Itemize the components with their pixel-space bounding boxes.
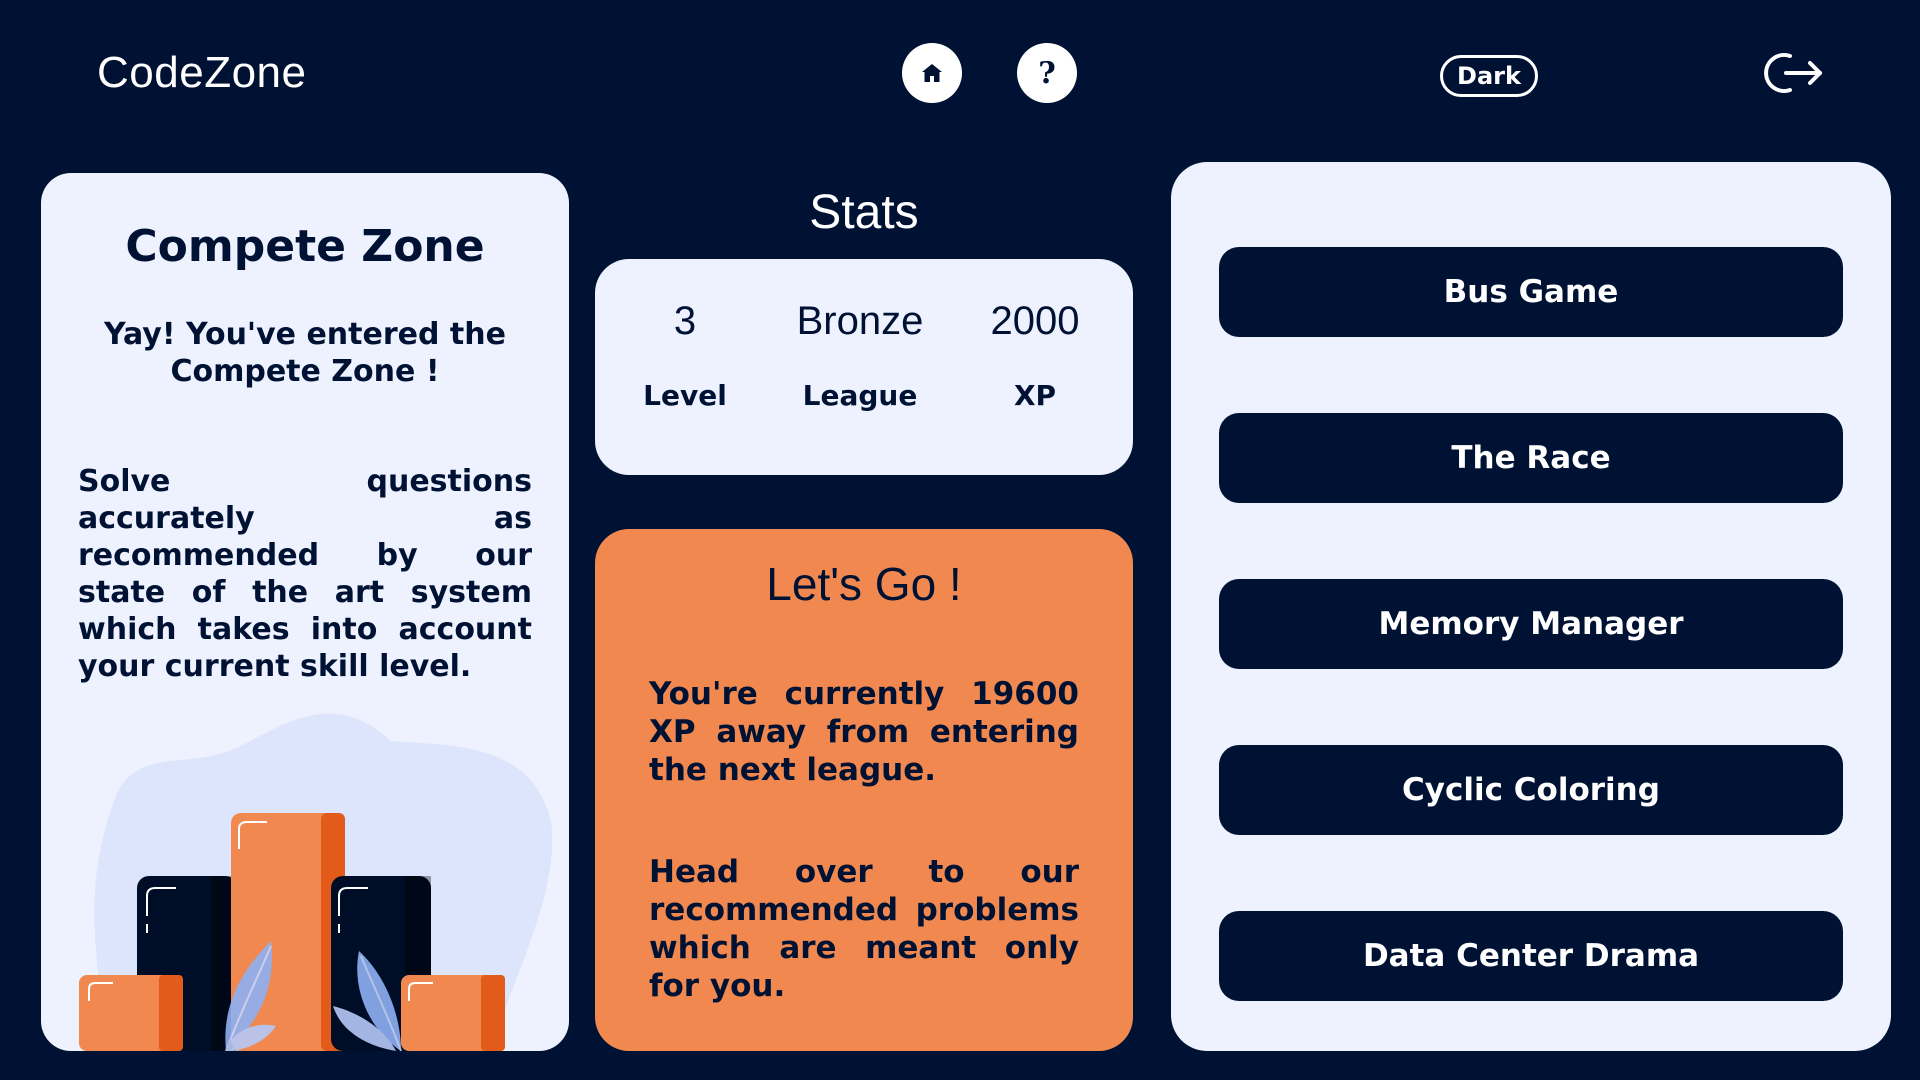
help-icon: ? — [1038, 55, 1056, 91]
recommend-message: Head over to our recommended problems wh… — [649, 854, 1079, 1004]
stats-heading: Stats — [809, 186, 919, 239]
league-value: Bronze — [796, 299, 924, 343]
game-button-cyclic-coloring[interactable]: Cyclic Coloring — [1219, 745, 1843, 835]
compete-zone-panel: Compete Zone Yay! You've entered the Com… — [41, 173, 569, 1051]
block-left — [79, 975, 183, 1051]
xp-label: XP — [1013, 379, 1057, 412]
lets-go-title: Let's Go ! — [766, 558, 962, 610]
lets-go-card: Let's Go ! You're currently 19600 XP awa… — [595, 529, 1133, 1051]
home-button[interactable] — [902, 43, 962, 103]
block-right — [401, 975, 505, 1051]
compete-title: Compete Zone — [125, 221, 485, 272]
compete-description: Solve questions accurately as recommende… — [78, 464, 532, 684]
app-logo[interactable]: CodeZone — [97, 48, 306, 98]
stats-card: 3 Level Bronze League 2000 XP — [595, 259, 1133, 475]
games-panel: Bus Game The Race Memory Manager Cyclic … — [1171, 162, 1891, 1051]
game-button-data-center-drama[interactable]: Data Center Drama — [1219, 911, 1843, 1001]
xp-value: 2000 — [990, 299, 1080, 343]
league-label: League — [802, 379, 918, 412]
game-button-the-race[interactable]: The Race — [1219, 413, 1843, 503]
stat-xp: 2000 XP — [945, 299, 1125, 412]
game-button-bus-game[interactable]: Bus Game — [1219, 247, 1843, 337]
stat-level: 3 Level — [595, 299, 775, 412]
home-icon — [922, 64, 942, 82]
xp-progress-message: You're currently 19600 XP away from ente… — [649, 676, 1079, 788]
logout-icon — [1764, 53, 1822, 93]
level-value: 3 — [673, 299, 697, 343]
podium-illustration — [79, 713, 553, 1051]
logout-button[interactable] — [1760, 48, 1826, 98]
level-label: Level — [643, 379, 727, 412]
stat-league: Bronze League — [770, 299, 950, 412]
game-button-memory-manager[interactable]: Memory Manager — [1219, 579, 1843, 669]
compete-subtitle: Yay! You've entered the Compete Zone ! — [104, 317, 506, 389]
help-button[interactable]: ? — [1017, 43, 1077, 103]
dark-mode-toggle[interactable]: Dark — [1440, 55, 1538, 97]
